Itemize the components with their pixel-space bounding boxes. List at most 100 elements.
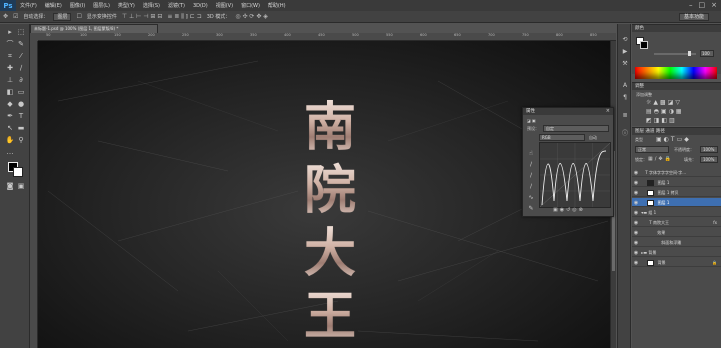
eye-icon[interactable]: ◉ [632,209,640,216]
lock-icons[interactable]: ▦∕✥🔒 [648,156,673,162]
layer-row[interactable]: ◉ T 南院大王 fx [632,218,721,227]
distribute-buttons-icon[interactable]: ≡ ≣ ⫼ ⫾ ⊏ ⊐ [167,13,201,21]
adjustment-row-3-icons[interactable]: ◩◨◧▥ [646,117,677,124]
menu-filter[interactable]: 滤镜(T) [164,2,189,9]
brush-tool-icon[interactable]: ∕ [16,64,26,73]
color-slider-knob[interactable] [688,51,691,56]
menu-image[interactable]: 图像(I) [66,2,89,9]
eye-icon[interactable]: ◉ [632,199,640,206]
menu-view[interactable]: 视图(V) [212,2,237,9]
show-transform-label[interactable]: 显示变换控件 [87,13,117,20]
fx-icon[interactable]: fx [713,218,717,226]
align-buttons-icon[interactable]: ⊤ ⊥ ⊢ ⊣ ⊞ ⊟ [122,13,163,20]
eye-icon[interactable]: ◉ [632,189,640,196]
auto-button[interactable]: 自动 [589,134,597,141]
blur-tool-icon[interactable]: ◆ [5,100,15,109]
more-tools-icon[interactable]: … [5,148,15,157]
effect-bevel-row[interactable]: ◉ 斜面和浮雕 [632,238,721,247]
layer-group-row[interactable]: ◉ ▸▬ 背景 [632,248,721,257]
black-point-eyedropper-icon[interactable]: ∕ [526,159,536,170]
zoom-tool-icon[interactable]: ⚲ [16,136,26,145]
dodge-tool-icon[interactable]: ● [16,100,26,109]
eye-icon[interactable]: ◉ [632,229,640,236]
history-brush-tool-icon[interactable]: ∂ [16,76,26,85]
workspace-switcher[interactable]: 基本功能 [678,13,709,21]
layer-row[interactable]: ◉ T 字体字字字空间·字... [632,168,721,177]
quick-mask-icon[interactable]: ◙ [5,182,15,191]
document-tab[interactable]: 未标题-1.psd @ 100% (图层 1, 图层蒙版/8) * [30,24,158,33]
character-icon[interactable]: A [621,82,629,89]
stamp-tool-icon[interactable]: ⊥ [5,76,15,85]
menu-layer[interactable]: 图层(L) [89,2,114,9]
menu-3d[interactable]: 3D(D) [189,3,212,9]
layer-row[interactable]: ◉ 图层 1 拷贝 [632,188,721,197]
white-point-eyedropper-icon[interactable]: ∕ [526,181,536,192]
maximize-button[interactable]: □ [699,1,706,9]
menu-help[interactable]: 帮助(H) [264,2,290,9]
healing-tool-icon[interactable]: ✚ [5,64,15,73]
panel-footer-icons[interactable]: ▣◉↺◎⊗ [553,207,585,213]
eraser-tool-icon[interactable]: ◧ [5,88,15,97]
layer-group-row[interactable]: ◉ ▾▬ 组 1 [632,208,721,217]
adjustments-tab[interactable]: 调整 [632,83,721,90]
opacity-field[interactable]: 100% [700,146,718,153]
pen-tool-icon[interactable]: ✒ [5,112,15,121]
minimize-button[interactable]: – [689,1,693,9]
fill-field[interactable]: 100% [700,156,718,163]
paragraph-icon[interactable]: ¶ [621,94,629,101]
color-spectrum[interactable] [635,67,717,79]
screen-mode-icon[interactable]: ▣ [16,182,26,191]
menu-select[interactable]: 选择(S) [139,2,164,9]
close-icon[interactable]: × [606,108,610,115]
gradient-tool-icon[interactable]: ▭ [16,88,26,97]
eye-icon[interactable]: ◉ [632,219,640,226]
curve-point-icon[interactable]: ∿ [526,192,536,203]
layer-row-selected[interactable]: ◉ 图层 1 [632,198,721,207]
path-select-tool-icon[interactable]: ↖ [5,124,15,133]
background-layer-row[interactable]: ◉ 背景 🔒 [632,258,721,267]
menu-window[interactable]: 窗口(W) [237,2,264,9]
preset-dropdown[interactable]: 自定 [543,125,609,132]
info-icon[interactable]: ⓘ [621,128,629,137]
hand-tool-icon[interactable]: ✋ [5,136,15,145]
type-tool-icon[interactable]: T [16,112,26,121]
marquee-tool-icon[interactable]: ⬚ [16,28,26,37]
eye-icon[interactable]: ◉ [632,169,640,176]
filter-icons[interactable]: ▣◐T▭◆ [656,136,691,143]
checkbox-icon[interactable]: ☐ [76,13,81,20]
crop-tool-icon[interactable]: ⌗ [5,52,15,61]
auto-select-dropdown[interactable]: 图层 [53,12,72,21]
eye-icon[interactable]: ◉ [632,249,640,256]
actions-icon[interactable]: ▶ [621,48,629,55]
gray-point-eyedropper-icon[interactable]: ∕ [526,170,536,181]
eye-icon[interactable]: ◉ [632,179,640,186]
eye-icon[interactable]: ◉ [632,239,640,246]
quick-select-tool-icon[interactable]: ✎ [16,40,26,49]
kind-filter[interactable]: 类型 [635,137,643,143]
lasso-tool-icon[interactable]: ⌒ [5,40,15,49]
properties-panel-header[interactable]: 属性 [523,108,613,115]
move-tool-icon[interactable]: ✥ [3,13,8,20]
adjustment-row-2-icons[interactable]: ▤◓▣◑▦ [646,108,683,115]
menu-file[interactable]: 文件(F) [16,2,41,9]
on-image-adjust-icon[interactable]: ☝ [526,148,536,159]
history-icon[interactable]: ⟲ [621,36,629,43]
shape-tool-icon[interactable]: ▬ [16,124,26,133]
blend-mode-dropdown[interactable]: 正常 [635,146,669,153]
menu-edit[interactable]: 编辑(E) [41,2,66,9]
move-tool-icon[interactable]: ▸ [5,28,15,37]
layers-tabs[interactable]: 图层 通道 路径 [632,128,721,135]
channel-dropdown[interactable]: RGB [539,134,585,141]
layer-row[interactable]: ◉ 图层 1 [632,178,721,187]
background-color-swatch[interactable] [13,167,23,177]
background-swatch[interactable] [640,41,648,49]
eye-icon[interactable]: ◉ [632,259,640,266]
3d-mode-icons[interactable]: ◎ ✣ ⟳ ✥ ◈ [235,13,268,20]
adjustment-row-1-icons[interactable]: ☼▲▩◪▽ [646,99,682,106]
color-value-field[interactable]: 100 [700,50,714,57]
color-tab[interactable]: 颜色 [632,25,721,32]
effects-row[interactable]: ◉ 效果 [632,228,721,237]
menu-type[interactable]: 类型(Y) [114,2,139,9]
tool-presets-icon[interactable]: ⚒ [621,60,629,67]
curves-graph[interactable] [539,142,611,208]
